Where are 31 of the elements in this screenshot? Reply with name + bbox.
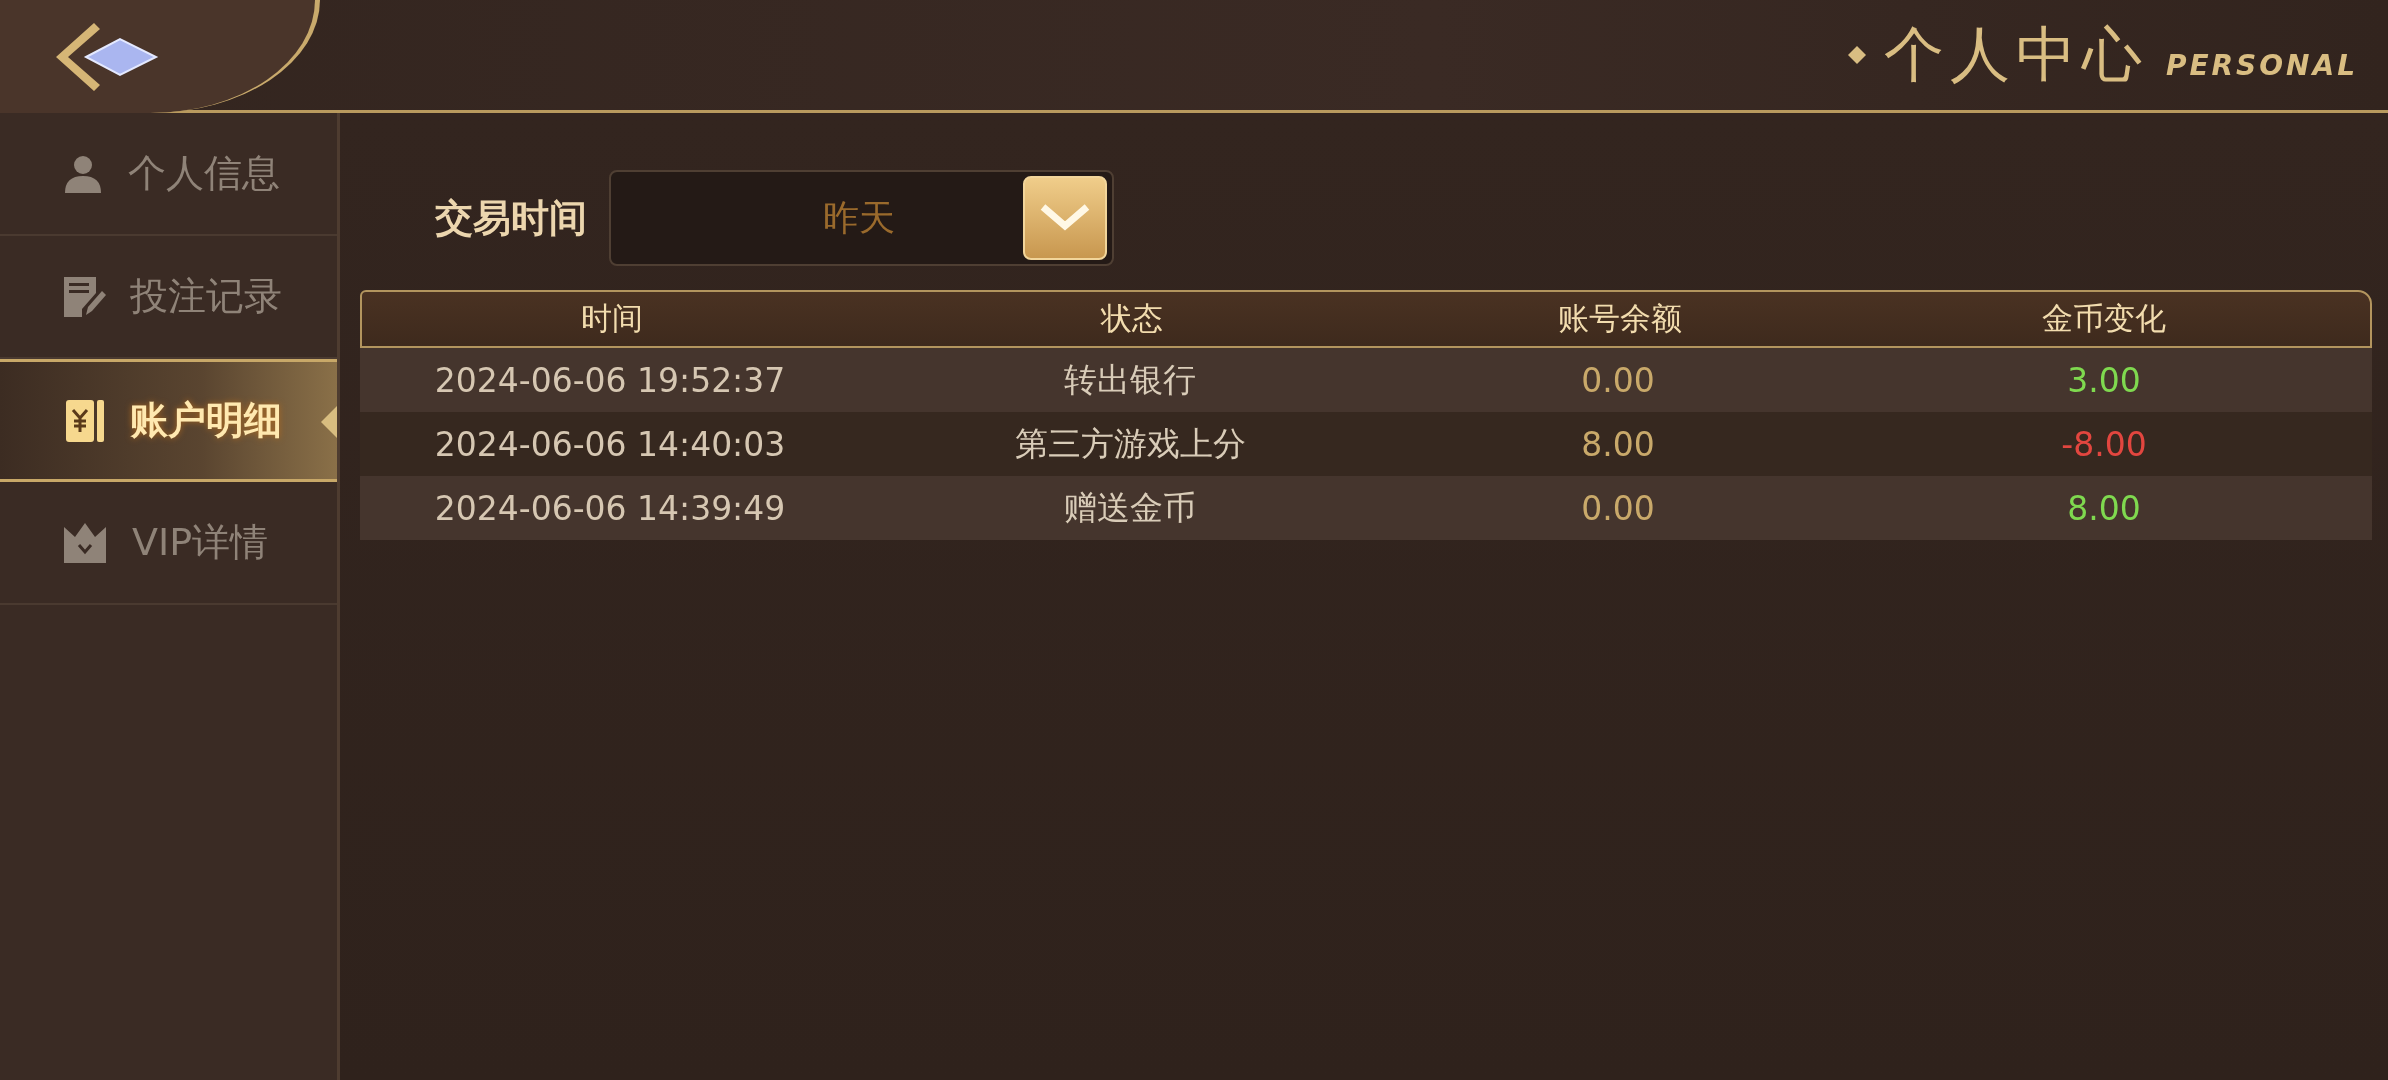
table-cell-text: 8.00 xyxy=(1580,424,1656,464)
table-cell-text: 2024-06-06 19:52:37 xyxy=(433,360,787,400)
column-header: 时间 xyxy=(580,299,644,338)
table-cell-text: 0.00 xyxy=(1580,360,1656,400)
table-cell-text: -8.00 xyxy=(2060,424,2148,464)
sidebar-item[interactable]: VIP详情 xyxy=(0,482,337,605)
table-cell-text: 2024-06-06 14:40:03 xyxy=(433,424,787,464)
column-header: 账号余额 xyxy=(1557,299,1683,338)
table-cell-text: 赠送金币 xyxy=(1063,486,1197,529)
sidebar-label: 投注记录 xyxy=(130,273,282,320)
back-button[interactable] xyxy=(0,0,320,113)
table-cell-text: 0.00 xyxy=(1580,488,1656,528)
diamond-icon xyxy=(1847,46,1866,64)
sidebar-label: 账户明细 xyxy=(130,397,282,444)
table-cell-text: 2024-06-06 14:39:49 xyxy=(433,488,787,528)
note-pen-icon xyxy=(62,274,106,319)
page-title: 个人中心 xyxy=(1883,17,2148,91)
sidebar-label: VIP详情 xyxy=(132,519,269,566)
date-select[interactable]: 昨天 xyxy=(609,170,1114,266)
filter-label: 交易时间 xyxy=(435,194,587,242)
table-cell-text: 转出银行 xyxy=(1063,358,1197,401)
table-cell-text: 第三方游戏上分 xyxy=(1013,422,1247,465)
page-subtitle: PERSONAL xyxy=(2165,48,2358,82)
column-header: 状态 xyxy=(1099,299,1164,338)
sidebar-label: 个人信息 xyxy=(128,150,280,197)
sidebar-item[interactable]: 个人信息 xyxy=(0,113,337,236)
table-cell-text: 8.00 xyxy=(2066,488,2142,528)
chevron-down-icon xyxy=(1040,204,1090,232)
table-cell-text: 3.00 xyxy=(2066,360,2142,400)
column-header: 金币变化 xyxy=(2041,299,2167,338)
sidebar-item[interactable]: 账户明细 xyxy=(0,359,337,482)
